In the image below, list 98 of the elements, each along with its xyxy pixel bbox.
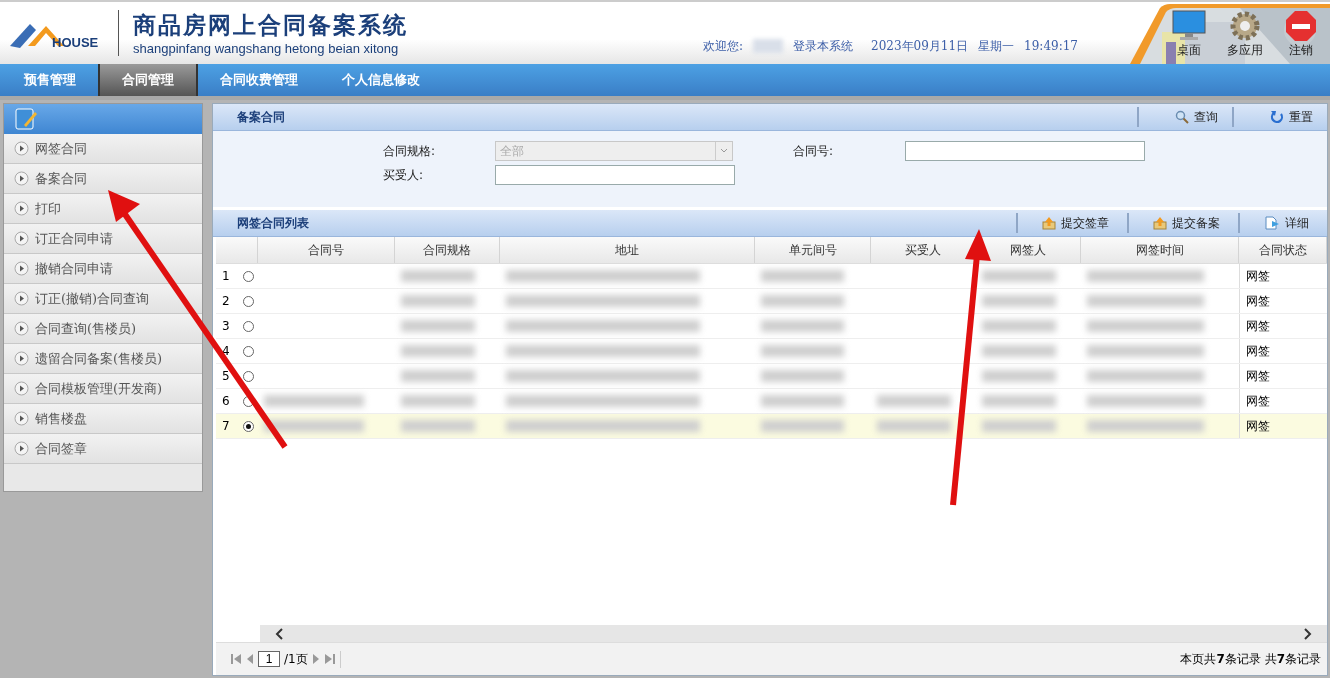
time-text: 19:49:17 bbox=[1024, 39, 1078, 53]
field-label: 合同规格: bbox=[383, 142, 437, 160]
play-circle-icon bbox=[14, 231, 29, 246]
play-circle-icon bbox=[14, 261, 29, 276]
table-cell: 网签 bbox=[1239, 364, 1327, 388]
upload-icon bbox=[1153, 216, 1167, 230]
previous-page-icon[interactable] bbox=[246, 653, 254, 665]
play-circle-icon bbox=[14, 441, 29, 456]
radio-button[interactable] bbox=[243, 270, 254, 282]
toolbar-button[interactable]: 重置 bbox=[1232, 107, 1327, 127]
table-cell: 网签 bbox=[1239, 314, 1327, 338]
record-summary: 本页共7条记录 共7条记录 bbox=[1180, 650, 1321, 668]
radio-button[interactable] bbox=[243, 345, 254, 357]
column-header: 网签时间 bbox=[1081, 237, 1239, 263]
table-row[interactable]: 3 网签 bbox=[216, 314, 1327, 339]
document-icon bbox=[1264, 216, 1280, 230]
system-subtitle: shangpinfang wangshang hetong beian xitong bbox=[133, 41, 400, 56]
column-header: 单元间号 bbox=[755, 237, 871, 263]
stop-icon bbox=[1285, 10, 1317, 42]
play-circle-icon bbox=[14, 321, 29, 336]
row-number: 7 bbox=[222, 419, 230, 433]
panel-title: 网签合同列表 bbox=[236, 214, 309, 232]
toolbar-button[interactable]: 详细 bbox=[1238, 213, 1327, 233]
system-title: 商品房网上合同备案系统 bbox=[133, 11, 408, 40]
table-cell: 网签 bbox=[1239, 289, 1327, 313]
sidebar-item[interactable]: 遗留合同备案(售楼员) bbox=[4, 344, 202, 374]
shortcut-button[interactable]: 桌面 bbox=[1164, 10, 1214, 59]
sidebar-item[interactable]: 打印 bbox=[4, 194, 202, 224]
input-field[interactable] bbox=[495, 165, 735, 185]
sidebar-item[interactable]: 销售楼盘 bbox=[4, 404, 202, 434]
last-page-icon[interactable] bbox=[323, 653, 336, 665]
field-label: 买受人: bbox=[383, 166, 425, 184]
sidebar-item[interactable]: 合同签章 bbox=[4, 434, 202, 464]
table-cell: 网签 bbox=[1239, 389, 1327, 413]
notepad-icon bbox=[14, 107, 38, 131]
table-row[interactable]: 7 网签 bbox=[216, 414, 1327, 439]
search-icon bbox=[1175, 110, 1189, 124]
date-text: 2023年09月11日 bbox=[871, 37, 969, 55]
row-number: 6 bbox=[222, 394, 230, 408]
column-header: 合同状态 bbox=[1239, 237, 1327, 263]
row-number: 4 bbox=[222, 344, 230, 358]
nav-tab[interactable]: 合同管理 bbox=[98, 64, 198, 96]
sidebar-item[interactable]: 网签合同 bbox=[4, 134, 202, 164]
sidebar-item[interactable]: 订正合同申请 bbox=[4, 224, 202, 254]
upload-icon bbox=[1042, 216, 1056, 230]
panel-title: 备案合同 bbox=[236, 108, 285, 126]
monitor-icon bbox=[1172, 10, 1206, 42]
login-text: 登录本系统 bbox=[793, 37, 853, 55]
column-header: 合同号 bbox=[258, 237, 395, 263]
scroll-left-icon[interactable] bbox=[274, 627, 284, 640]
shortcut-button[interactable]: 多应用 bbox=[1220, 10, 1270, 59]
scroll-right-icon[interactable] bbox=[1303, 627, 1313, 640]
page-number-field[interactable]: 1 bbox=[258, 651, 280, 667]
play-circle-icon bbox=[14, 351, 29, 366]
sidebar-item[interactable]: 合同模板管理(开发商) bbox=[4, 374, 202, 404]
play-circle-icon bbox=[14, 171, 29, 186]
welcome-label: 欢迎您: bbox=[702, 37, 743, 55]
input-field[interactable] bbox=[905, 141, 1145, 161]
table-row[interactable]: 4 网签 bbox=[216, 339, 1327, 364]
radio-button[interactable] bbox=[243, 370, 254, 382]
table-cell: 网签 bbox=[1239, 414, 1327, 438]
column-header: 地址 bbox=[500, 237, 755, 263]
toolbar-button[interactable]: 提交签章 bbox=[1016, 213, 1127, 233]
weekday-text: 星期一 bbox=[978, 37, 1015, 55]
sidebar-item[interactable]: 订正(撤销)合同查询 bbox=[4, 284, 202, 314]
play-circle-icon bbox=[14, 141, 29, 156]
sidebar-item[interactable]: 合同查询(售楼员) bbox=[4, 314, 202, 344]
radio-button[interactable] bbox=[243, 320, 254, 332]
table-row[interactable]: 1 网签 bbox=[216, 264, 1327, 289]
toolbar-button[interactable]: 提交备案 bbox=[1127, 213, 1238, 233]
shortcut-button[interactable]: 注销 bbox=[1276, 10, 1326, 59]
table-cell: 网签 bbox=[1239, 339, 1327, 363]
play-circle-icon bbox=[14, 411, 29, 426]
play-circle-icon bbox=[14, 201, 29, 216]
row-number: 1 bbox=[222, 269, 230, 283]
play-circle-icon bbox=[14, 381, 29, 396]
column-header: 合同规格 bbox=[395, 237, 500, 263]
sidebar-item[interactable]: 备案合同 bbox=[4, 164, 202, 194]
first-page-icon[interactable] bbox=[230, 653, 242, 665]
row-number: 2 bbox=[222, 294, 230, 308]
row-number: 3 bbox=[222, 319, 230, 333]
refresh-icon bbox=[1270, 110, 1284, 124]
next-page-icon[interactable] bbox=[311, 653, 320, 665]
page-total: /1页 bbox=[284, 650, 308, 668]
table-row[interactable]: 2 网签 bbox=[216, 289, 1327, 314]
radio-button[interactable] bbox=[243, 295, 254, 307]
row-number: 5 bbox=[222, 369, 230, 383]
toolbar-button[interactable]: 查询 bbox=[1137, 107, 1232, 127]
field-label: 合同号: bbox=[793, 142, 835, 160]
horizontal-scrollbar[interactable] bbox=[260, 625, 1327, 642]
logo-text: HOUSE bbox=[52, 35, 99, 50]
sidebar-item[interactable]: 撤销合同申请 bbox=[4, 254, 202, 284]
radio-button[interactable] bbox=[243, 420, 254, 432]
play-circle-icon bbox=[14, 291, 29, 306]
redacted-name bbox=[753, 39, 783, 53]
gear-icon bbox=[1229, 10, 1261, 42]
table-row[interactable]: 5 网签 bbox=[216, 364, 1327, 389]
table-cell: 网签 bbox=[1239, 264, 1327, 288]
